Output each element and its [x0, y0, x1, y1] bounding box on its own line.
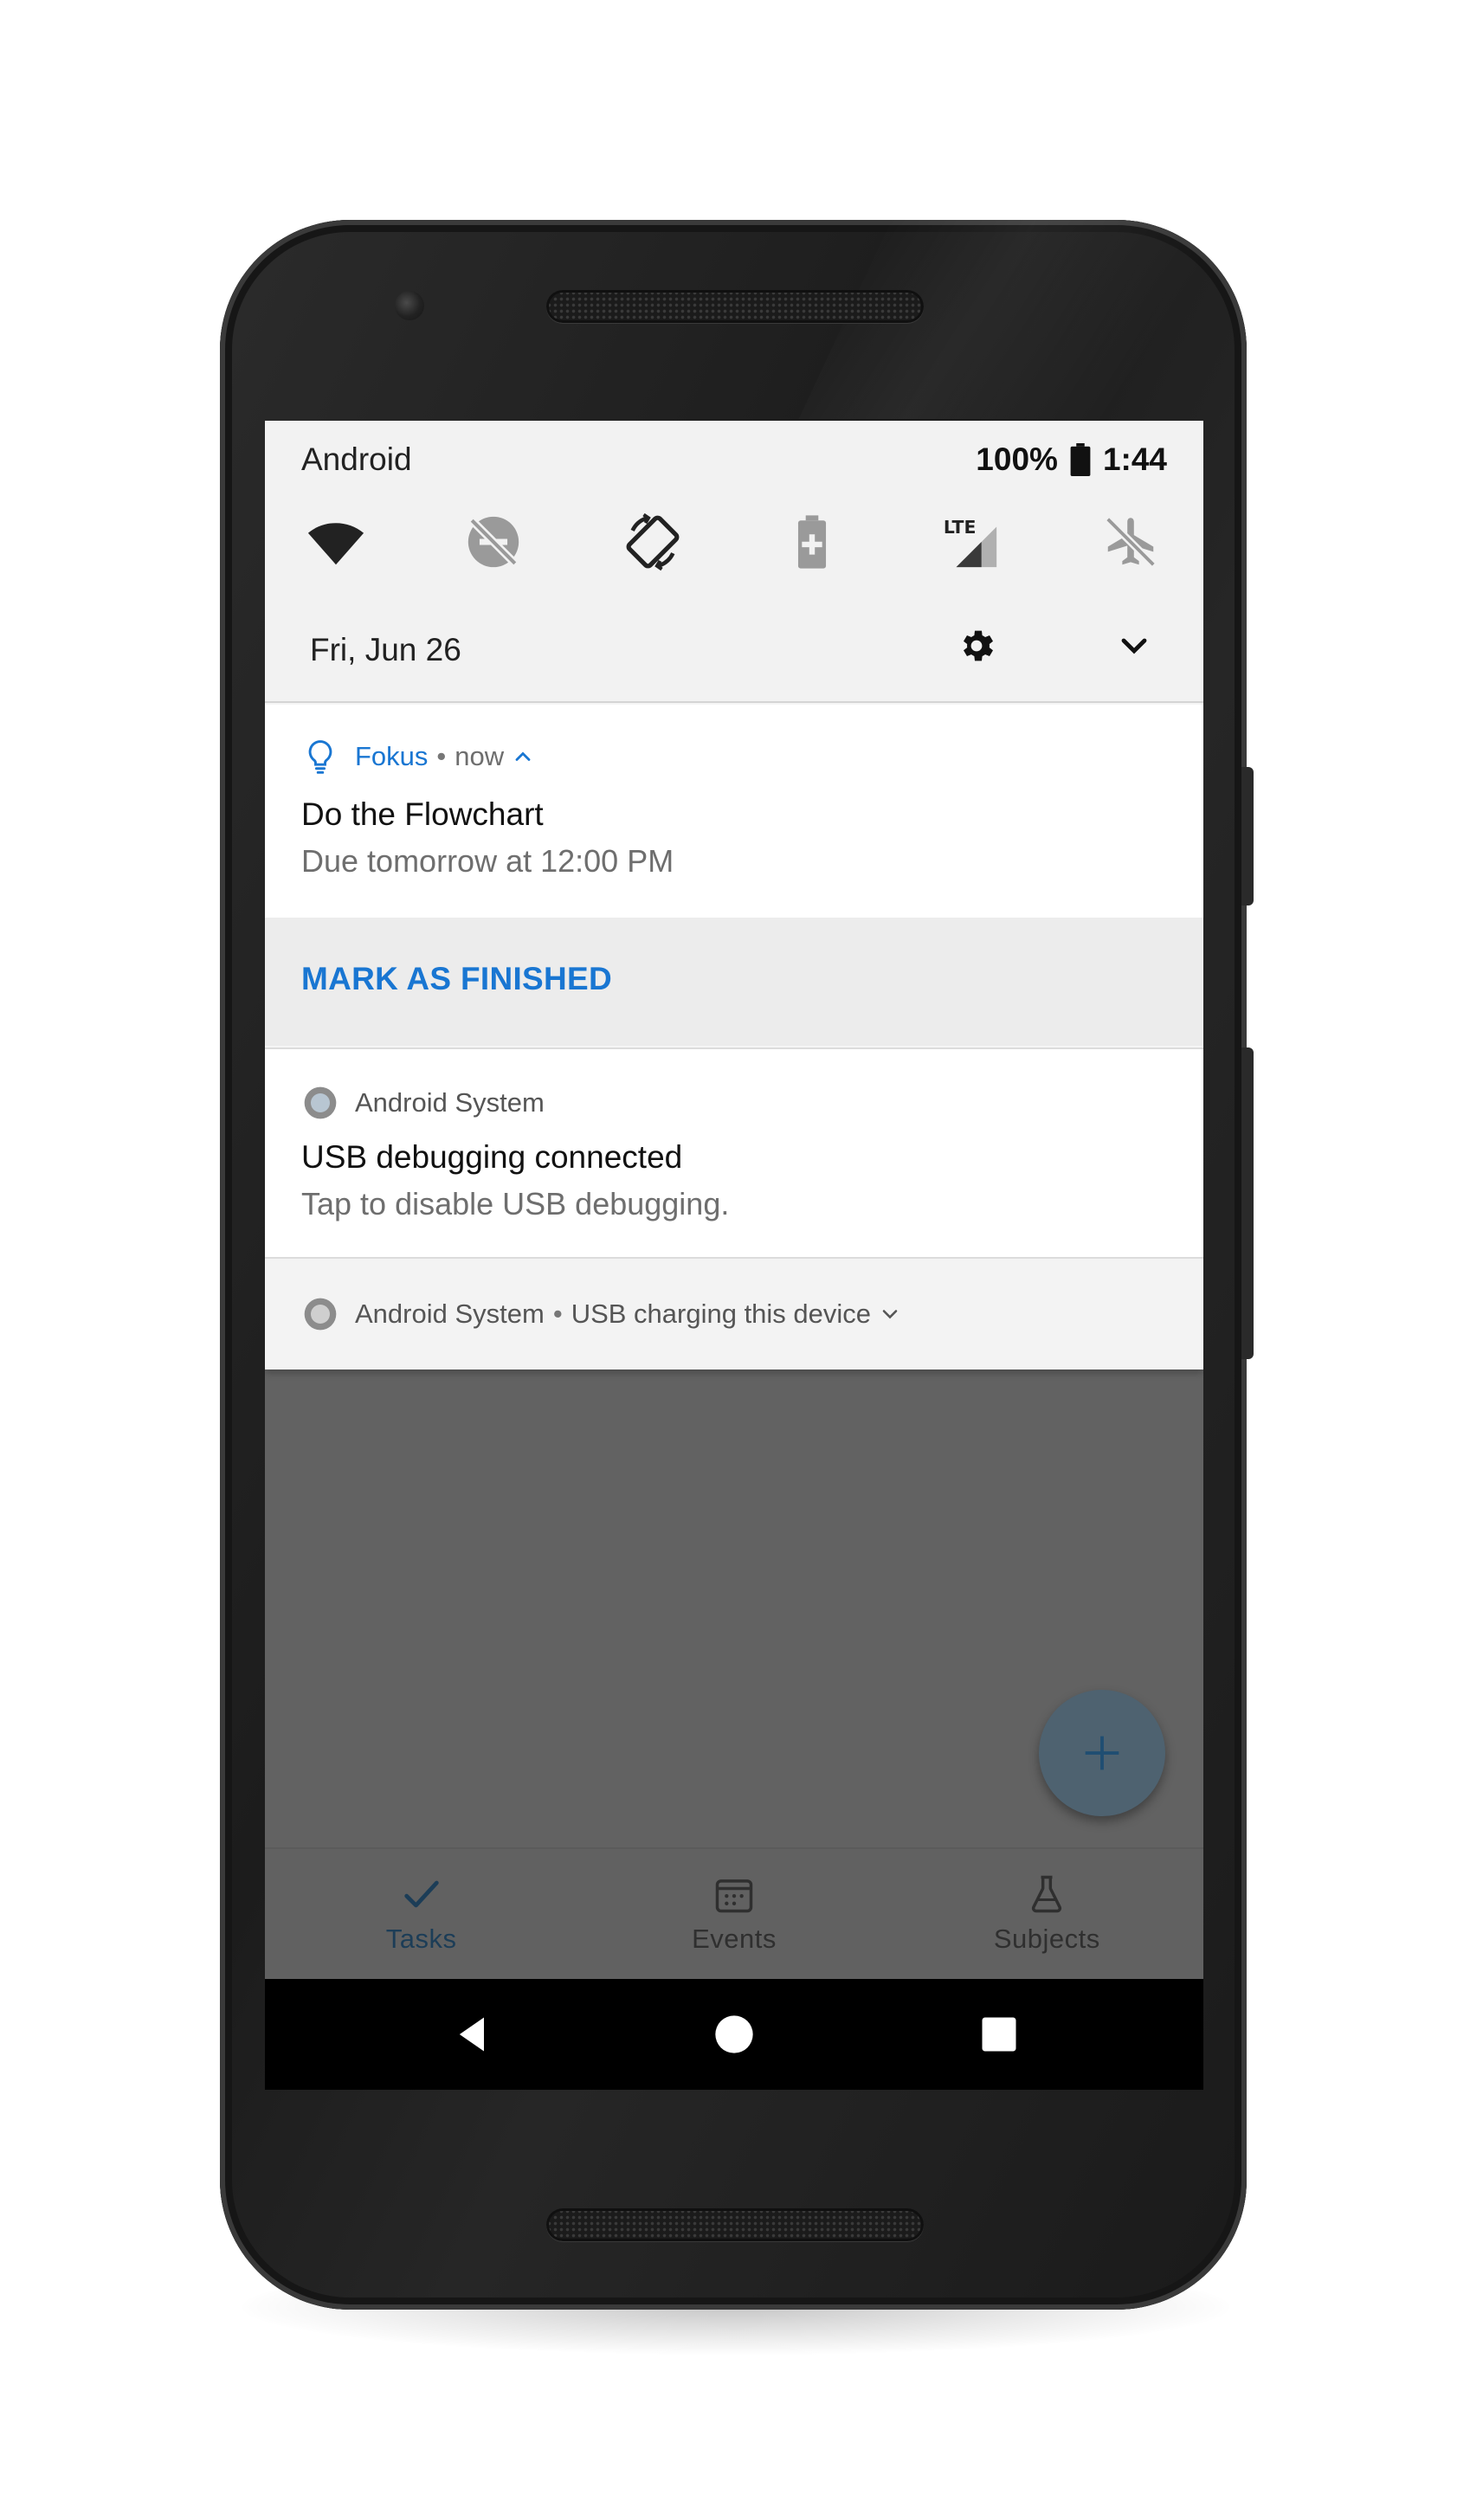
- do-not-disturb-off-icon: [467, 516, 519, 568]
- nav-label: Tasks: [385, 1924, 457, 1954]
- notification-header: Android System: [301, 1084, 545, 1122]
- chevron-down-icon[interactable]: [1113, 625, 1155, 667]
- android-system-icon: [304, 1298, 337, 1331]
- mobile-data-tile[interactable]: LTE: [938, 509, 1004, 575]
- nav-subjects[interactable]: Subjects: [891, 1849, 1203, 1979]
- app-name: Android System: [355, 1299, 545, 1329]
- device-mockup: Tasks Events Subjects Android 100% 1:44 …: [0, 0, 1470, 2520]
- chevron-down-icon[interactable]: [878, 1302, 902, 1326]
- home-icon: [715, 2015, 753, 2053]
- timestamp: now: [455, 741, 505, 771]
- home-button[interactable]: [708, 2008, 760, 2060]
- lte-signal-icon: LTE: [944, 517, 997, 568]
- quick-settings-panel: Android 100% 1:44 LTE Fri, Jun 26: [265, 421, 1203, 703]
- system-navigation-bar: [265, 1979, 1203, 2090]
- app-name: Android System: [355, 1087, 545, 1118]
- app-name: Fokus: [355, 741, 429, 771]
- status-indicators: 100% 1:44: [976, 441, 1167, 478]
- check-icon: [403, 1880, 439, 1908]
- notification-header: Android System • USB charging this devic…: [301, 1295, 902, 1333]
- recents-button[interactable]: [973, 2008, 1025, 2060]
- nav-label: Events: [692, 1924, 777, 1954]
- separator: •: [436, 741, 447, 771]
- power-button: [1241, 1047, 1254, 1359]
- notification-text: Due tomorrow at 12:00 PM: [301, 843, 674, 879]
- carrier-label: Android: [301, 441, 412, 477]
- lightbulb-icon: [308, 740, 332, 774]
- wifi-tile[interactable]: [303, 509, 369, 575]
- notification-text: Tap to disable USB debugging.: [301, 1186, 730, 1221]
- chevron-up-icon[interactable]: [511, 744, 535, 769]
- notification-shade: Android 100% 1:44 LTE Fri, Jun 26 Fokus …: [265, 421, 1203, 1370]
- nav-label: Subjects: [993, 1924, 1100, 1954]
- fokus-notification-actions: MARK AS FINISHED: [265, 918, 1203, 1046]
- volume-button: [1241, 767, 1254, 906]
- battery-saver-tile[interactable]: [779, 509, 845, 575]
- usb-charging-notification[interactable]: Android System • USB charging this devic…: [265, 1257, 1203, 1370]
- clock: 1:44: [1102, 441, 1167, 477]
- notification-header: Fokus • now: [301, 738, 535, 776]
- usb-debugging-notification[interactable]: Android System USB debugging connected T…: [265, 1047, 1203, 1257]
- battery-percent: 100%: [976, 441, 1058, 477]
- fokus-notification[interactable]: Fokus • now Do the Flowchart Due tomorro…: [265, 705, 1203, 918]
- mark-as-finished-button[interactable]: MARK AS FINISHED: [301, 961, 612, 997]
- bottom-speaker: [546, 2208, 924, 2241]
- bottom-navigation: Tasks Events Subjects: [265, 1847, 1203, 1979]
- notification-title: USB debugging connected: [301, 1139, 683, 1175]
- wifi-icon: [307, 523, 364, 565]
- add-fab-button[interactable]: [1039, 1690, 1165, 1816]
- top-speaker: [546, 290, 924, 323]
- screen: Tasks Events Subjects Android 100% 1:44 …: [265, 421, 1203, 2090]
- quick-settings-tiles: LTE: [265, 509, 1203, 578]
- calendar-icon: [715, 1879, 753, 1913]
- battery-saver-icon: [797, 515, 827, 569]
- front-camera: [395, 291, 424, 320]
- plus-icon: [1085, 1736, 1119, 1770]
- flask-icon: [1032, 1875, 1062, 1913]
- back-icon: [459, 2017, 484, 2052]
- airplane-mode-tile[interactable]: [1098, 509, 1164, 575]
- battery-icon: [1070, 443, 1091, 476]
- separator: •: [552, 1299, 563, 1329]
- svg-text:LTE: LTE: [944, 517, 976, 538]
- auto-rotate-tile[interactable]: [620, 509, 686, 575]
- notification-title: Do the Flowchart: [301, 796, 544, 832]
- recents-icon: [982, 2017, 1016, 2052]
- notification-summary: USB charging this device: [571, 1299, 872, 1329]
- nav-tasks[interactable]: Tasks: [265, 1849, 577, 1979]
- quick-settings-date[interactable]: Fri, Jun 26: [310, 632, 461, 668]
- android-system-icon: [304, 1086, 337, 1119]
- auto-rotate-icon: [626, 512, 680, 571]
- nav-events[interactable]: Events: [577, 1849, 890, 1979]
- back-button[interactable]: [447, 2008, 499, 2060]
- airplane-mode-icon: [1105, 516, 1157, 568]
- do-not-disturb-tile[interactable]: [461, 509, 526, 575]
- settings-gear-icon[interactable]: [956, 625, 997, 667]
